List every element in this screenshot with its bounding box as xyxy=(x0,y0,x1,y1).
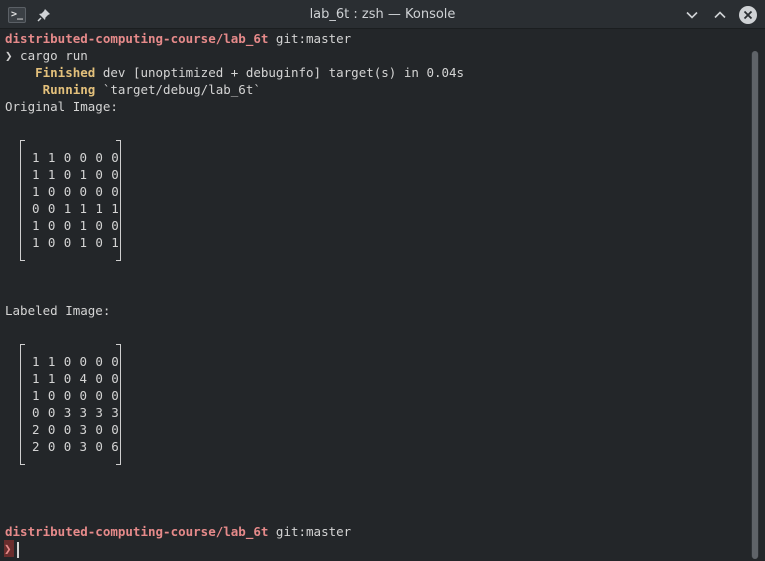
prompt-directory: distributed-computing-course/lab_6t xyxy=(5,31,269,46)
chevron-down-icon xyxy=(686,11,698,19)
prompt-line: distributed-computing-course/lab_6t git:… xyxy=(5,523,351,540)
title-bar[interactable]: >_ lab_6t : zsh — Konsole xyxy=(0,0,765,29)
prompt-git-branch: git:master xyxy=(268,31,352,46)
cargo-finished-text: dev [unoptimized + debuginfo] target(s) … xyxy=(95,65,465,80)
cargo-running-text: `target/debug/lab_6t` xyxy=(95,82,261,97)
scrollbar-thumb[interactable] xyxy=(752,51,758,559)
matrix-row: 1 0 0 0 0 0 xyxy=(32,388,120,403)
pin-icon[interactable] xyxy=(36,7,52,23)
minimize-button[interactable] xyxy=(683,6,701,24)
original-image-label: Original Image: xyxy=(5,99,118,114)
prompt-marker: ❯ xyxy=(5,48,13,63)
cargo-running-line: Running `target/debug/lab_6t` xyxy=(5,81,261,98)
matrix-row: 2 0 0 3 0 6 xyxy=(32,439,120,454)
terminal-output[interactable]: distributed-computing-course/lab_6t git:… xyxy=(0,29,751,561)
matrix-row: 1 1 0 0 0 0 xyxy=(32,354,120,369)
prompt-git-branch: git:master xyxy=(268,524,352,539)
matrix-row: 1 0 0 0 0 0 xyxy=(32,184,120,199)
matrix-row: 1 1 0 4 0 0 xyxy=(32,371,120,386)
maximize-button[interactable] xyxy=(711,6,729,24)
matrix-left-bracket xyxy=(20,140,25,261)
matrix-row: 1 0 0 1 0 0 xyxy=(32,218,120,233)
cargo-running-label: Running xyxy=(5,82,96,97)
labeled-image-label: Labeled Image: xyxy=(5,303,111,318)
matrix-row: 1 1 0 0 0 0 xyxy=(32,150,120,165)
close-button[interactable] xyxy=(739,5,757,24)
prompt-line: distributed-computing-course/lab_6t git:… xyxy=(5,30,351,47)
konsole-window: >_ lab_6t : zsh — Konsole distributed-co… xyxy=(0,0,765,561)
prompt-marker: ❯ xyxy=(4,540,14,557)
matrix-row: 1 1 0 1 0 0 xyxy=(32,167,120,182)
chevron-up-icon xyxy=(714,10,726,18)
terminal-app-icon: >_ xyxy=(8,7,26,23)
original-image-matrix: 1 1 0 0 0 0 1 1 0 1 0 0 1 0 0 0 0 0 0 0 … xyxy=(20,140,121,261)
cargo-finished-line: Finished dev [unoptimized + debuginfo] t… xyxy=(5,64,464,81)
prompt-directory: distributed-computing-course/lab_6t xyxy=(5,524,269,539)
command-text: cargo run xyxy=(12,48,88,63)
text-cursor[interactable] xyxy=(17,542,19,558)
vertical-scrollbar[interactable] xyxy=(751,51,759,559)
matrix-row: 0 0 1 1 1 1 xyxy=(32,201,120,216)
matrix-row: 0 0 3 3 3 3 xyxy=(32,405,120,420)
close-icon xyxy=(743,10,753,19)
window-title: lab_6t : zsh — Konsole xyxy=(309,7,456,22)
cargo-finished-label: Finished xyxy=(5,65,96,80)
matrix-row: 1 0 0 1 0 1 xyxy=(32,235,120,250)
matrix-row: 2 0 0 3 0 0 xyxy=(32,422,120,437)
command-line: ❯ cargo run xyxy=(5,47,88,64)
matrix-left-bracket xyxy=(20,344,25,465)
labeled-image-matrix: 1 1 0 0 0 0 1 1 0 4 0 0 1 0 0 0 0 0 0 0 … xyxy=(20,344,121,465)
